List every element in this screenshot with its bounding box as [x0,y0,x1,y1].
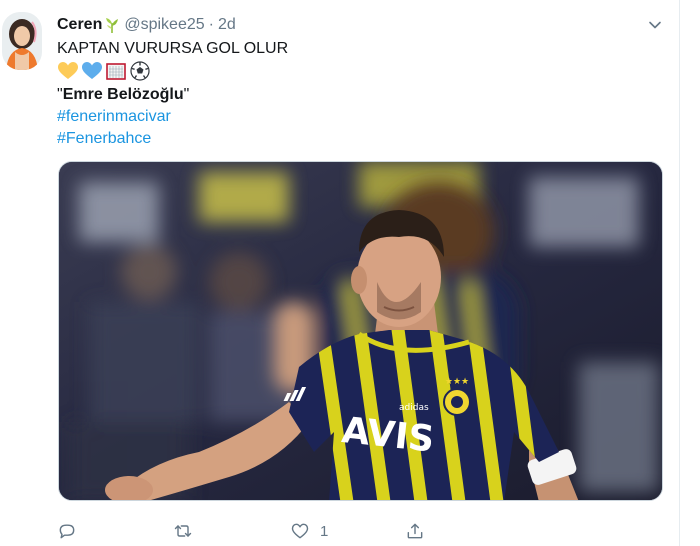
retweet-button[interactable] [173,519,193,543]
hashtag-link[interactable]: #fenerinmacivar [57,106,171,128]
display-name[interactable]: Ceren [57,16,102,34]
tweet-text: KAPTAN VURURSA GOL OLUR [57,40,289,57]
retweet-icon [174,525,192,537]
reply-button[interactable] [57,519,77,543]
quoted-name: Emre Belözoğlu [62,86,184,103]
hashtag-link[interactable]: #Fenerbahce [57,128,151,150]
tweet-timestamp[interactable]: 2d [218,16,236,34]
like-count: 1 [320,522,329,540]
tweet-photo[interactable]: ★★★ adidas AVIS [58,161,663,501]
heart-icon [291,523,309,539]
timeline-border [679,0,680,546]
separator-dot: · [208,16,214,33]
soccer-ball-icon [129,60,151,82]
svg-text:★★★: ★★★ [445,377,469,387]
sprout-icon [104,16,120,34]
share-icon [407,523,423,539]
tweet-header: Ceren @spikee25 · 2d [57,14,236,36]
like-button[interactable]: 1 [290,519,328,543]
yellow-heart-icon [57,60,79,82]
share-button[interactable] [405,519,425,543]
chevron-down-icon[interactable] [645,15,665,35]
blue-heart-icon [81,60,103,82]
emoji-row [57,60,151,82]
kit-brand-text: adidas [399,403,429,413]
quote-mark-close: " [183,86,190,103]
goal-net-icon [105,60,127,82]
avatar[interactable] [2,12,42,70]
reply-icon [59,524,75,539]
user-handle[interactable]: @spikee25 [124,16,204,34]
quoted-name-line: "Emre Belözoğlu" [57,84,189,106]
